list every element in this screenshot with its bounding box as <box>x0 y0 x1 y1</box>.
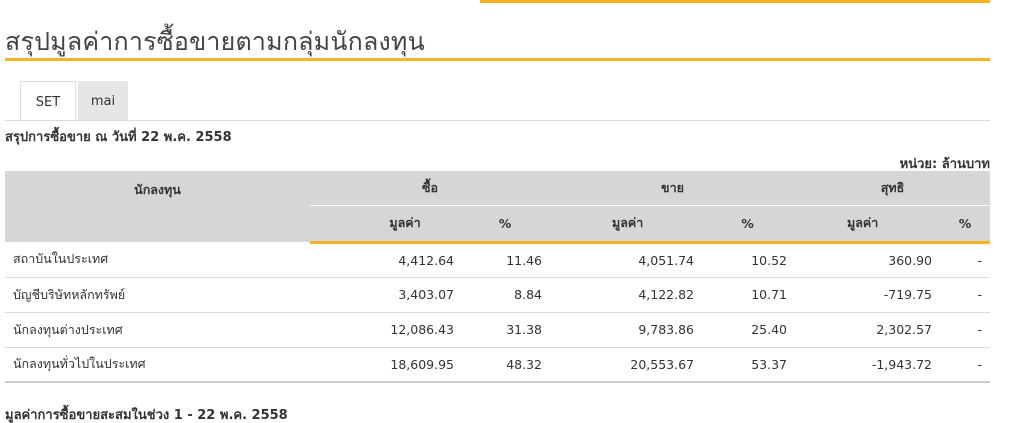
cell-net-pct: - <box>940 242 990 278</box>
tab-mai[interactable]: mai <box>78 81 128 121</box>
cell-buy-pct: 48.32 <box>460 347 550 383</box>
cell-net-pct: - <box>940 347 990 383</box>
cell-sell-pct: 25.40 <box>700 312 795 348</box>
subheader-sell-value: มูลค่า <box>550 205 700 244</box>
investor-trading-table: นักลงทุน ซื้อ ขาย สุทธิ มูลค่า % มูลค่า … <box>5 171 990 383</box>
cell-buy-value: 4,412.64 <box>310 242 460 278</box>
cumulative-period-label: มูลค่าการซื้อขายสะสมในช่วง 1 - 22 พ.ค. 2… <box>5 408 288 423</box>
cell-buy-value: 12,086.43 <box>310 312 460 348</box>
subheader-net-pct: % <box>940 205 990 244</box>
table-row: สถาบันในประเทศ 4,412.64 11.46 4,051.74 1… <box>5 242 990 278</box>
cell-buy-value: 18,609.95 <box>310 347 460 383</box>
cell-sell-value: 4,051.74 <box>550 242 700 278</box>
cell-net-pct: - <box>940 312 990 348</box>
cell-investor: บัญชีบริษัทหลักทรัพย์ <box>5 277 310 313</box>
cell-investor: นักลงทุนทั่วไปในประเทศ <box>5 347 310 383</box>
cell-net-pct: - <box>940 277 990 313</box>
cell-net-value: 360.90 <box>795 242 940 278</box>
col-header-net: สุทธิ <box>795 171 990 206</box>
top-accent-bar <box>480 0 990 3</box>
cell-investor: นักลงทุนต่างประเทศ <box>5 312 310 348</box>
market-tabs: SET mai <box>20 81 130 122</box>
subheader-buy-value: มูลค่า <box>310 205 460 244</box>
cell-sell-value: 4,122.82 <box>550 277 700 313</box>
cell-buy-value: 3,403.07 <box>310 277 460 313</box>
col-header-investor: นักลงทุน <box>5 171 310 242</box>
table-row: นักลงทุนต่างประเทศ 12,086.43 31.38 9,783… <box>5 312 990 348</box>
page-title: สรุปมูลค่าการซื้อขายตามกลุ่มนักลงทุน <box>5 27 425 56</box>
cell-buy-pct: 11.46 <box>460 242 550 278</box>
subheader-sell-pct: % <box>700 205 795 244</box>
col-header-buy: ซื้อ <box>310 171 550 206</box>
cell-net-value: 2,302.57 <box>795 312 940 348</box>
cell-net-value: -719.75 <box>795 277 940 313</box>
cell-buy-pct: 8.84 <box>460 277 550 313</box>
table-row: นักลงทุนทั่วไปในประเทศ 18,609.95 48.32 2… <box>5 347 990 383</box>
subheader-buy-pct: % <box>460 205 550 244</box>
cell-buy-pct: 31.38 <box>460 312 550 348</box>
page: สรุปมูลค่าการซื้อขายตามกลุ่มนักลงทุน SET… <box>0 0 1021 423</box>
cell-sell-pct: 10.71 <box>700 277 795 313</box>
title-underline <box>5 58 990 61</box>
table-row: บัญชีบริษัทหลักทรัพย์ 3,403.07 8.84 4,12… <box>5 277 990 313</box>
cell-sell-value: 20,553.67 <box>550 347 700 383</box>
tab-set[interactable]: SET <box>20 81 76 122</box>
cell-sell-pct: 10.52 <box>700 242 795 278</box>
col-header-sell: ขาย <box>550 171 795 206</box>
summary-date-label: สรุปการซื้อขาย ณ วันที่ 22 พ.ค. 2558 <box>5 130 232 145</box>
cell-sell-pct: 53.37 <box>700 347 795 383</box>
cell-sell-value: 9,783.86 <box>550 312 700 348</box>
cell-net-value: -1,943.72 <box>795 347 940 383</box>
subheader-net-value: มูลค่า <box>795 205 940 244</box>
tabs-divider <box>5 120 990 121</box>
cell-investor: สถาบันในประเทศ <box>5 242 310 278</box>
